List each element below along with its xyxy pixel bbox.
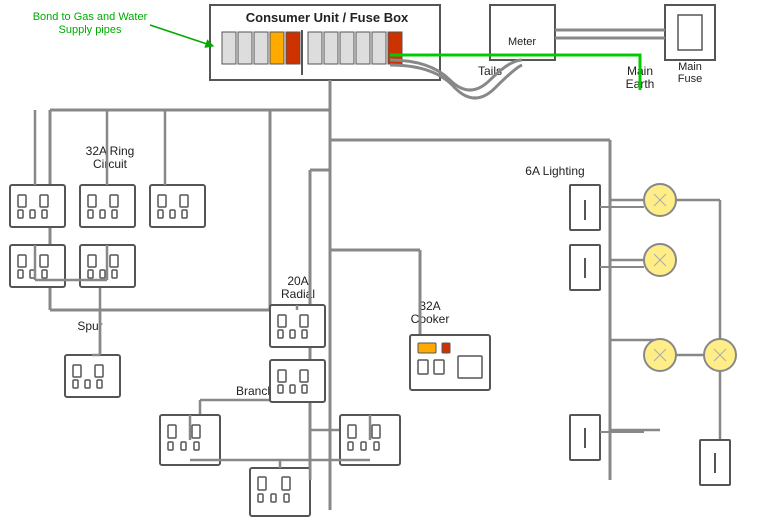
meter-box bbox=[490, 5, 555, 60]
wiring-diagram: Consumer Unit / Fuse Box Meter Main Fuse… bbox=[0, 0, 768, 517]
consumer-unit-label: Consumer Unit / Fuse Box bbox=[246, 10, 409, 25]
ring-circuit-label: 32A Ring bbox=[86, 144, 135, 158]
svg-text:Fuse: Fuse bbox=[678, 73, 702, 85]
bond-label: Bond to Gas and Water bbox=[33, 11, 148, 23]
main-fuse-label: Main bbox=[678, 61, 702, 73]
lighting-label: 6A Lighting bbox=[525, 164, 584, 178]
svg-text:Circuit: Circuit bbox=[93, 157, 128, 171]
svg-text:Cooker: Cooker bbox=[411, 312, 450, 326]
socket-branch-3 bbox=[250, 468, 310, 516]
cooker-label: 32A bbox=[419, 299, 440, 313]
branch-label: Branch bbox=[236, 384, 274, 398]
radial-label: 20A bbox=[287, 274, 308, 288]
meter-label: Meter bbox=[508, 36, 536, 48]
svg-text:Supply pipes: Supply pipes bbox=[59, 24, 122, 36]
